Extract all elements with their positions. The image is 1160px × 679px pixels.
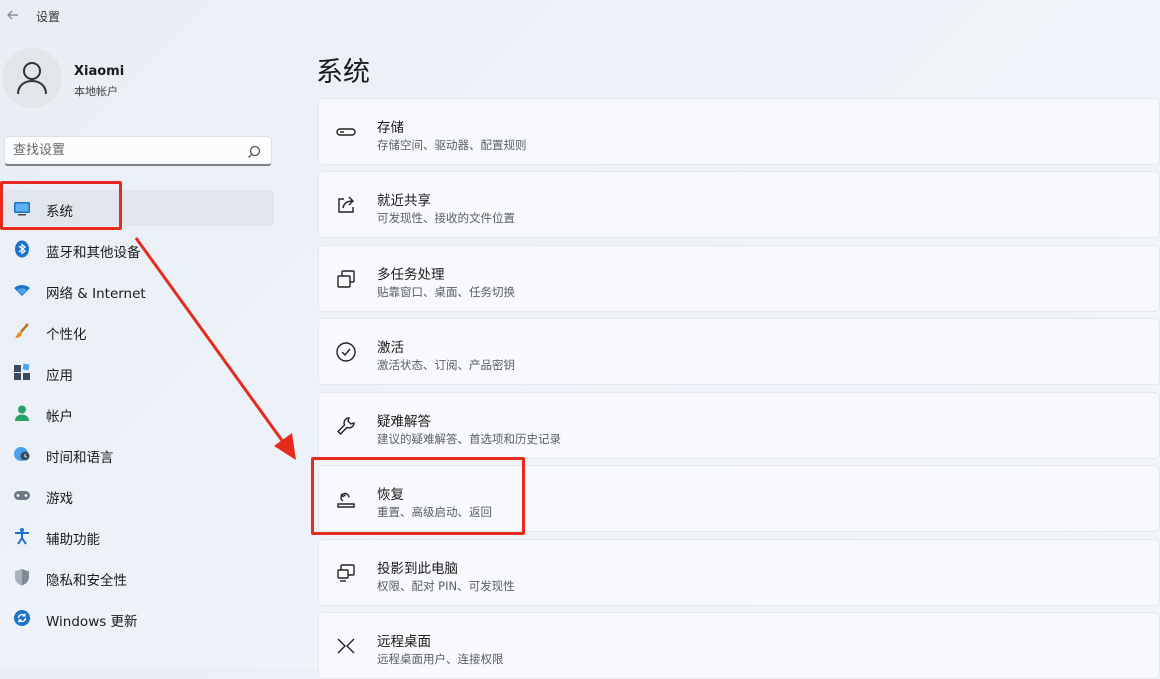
annotation-arrow: [134, 237, 296, 460]
